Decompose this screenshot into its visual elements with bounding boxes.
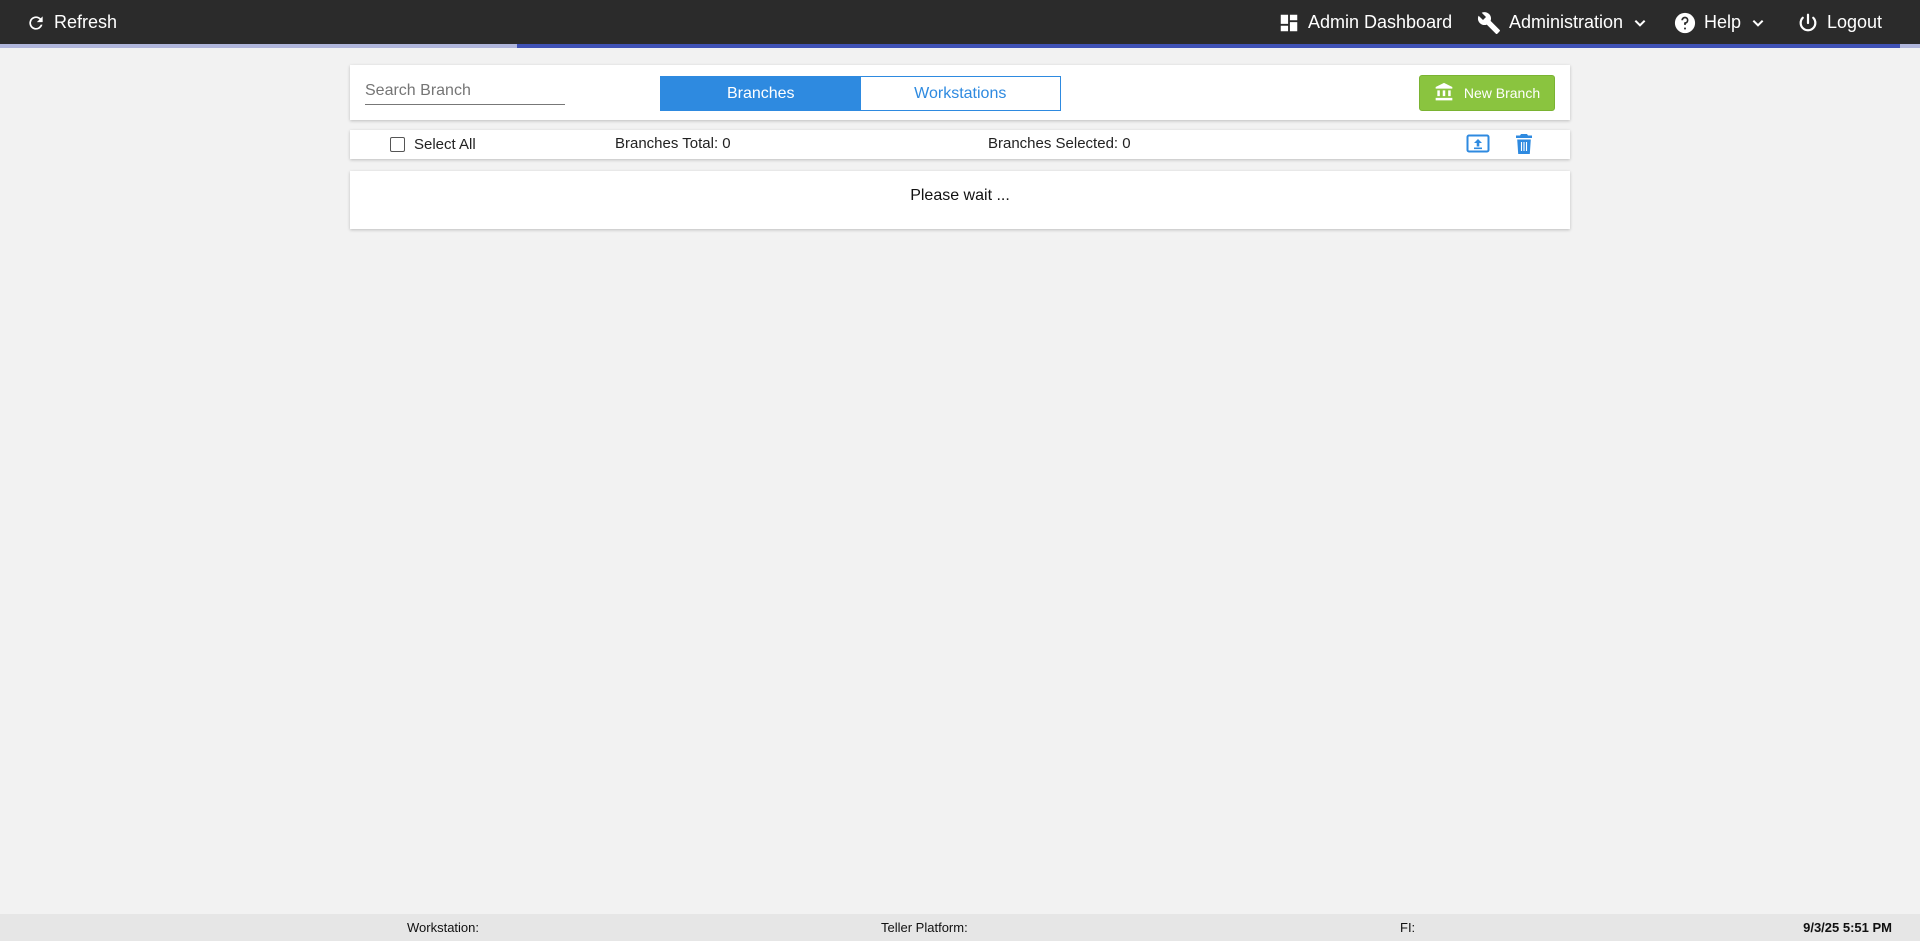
fi-label: FI: <box>1400 920 1416 935</box>
new-branch-button[interactable]: New Branch <box>1419 75 1555 111</box>
top-navigation-bar: Refresh Admin Dashboard Administration H… <box>0 0 1920 48</box>
logout-button[interactable]: Logout <box>1797 0 1882 45</box>
branch-list: Please wait ... <box>350 171 1570 229</box>
loading-progress-bar <box>517 44 1900 48</box>
loading-message: Please wait ... <box>910 187 1010 204</box>
wrench-icon <box>1477 11 1501 35</box>
workstation-label: Workstation: <box>407 920 480 935</box>
chevron-down-icon <box>1633 16 1647 30</box>
help-label: Help <box>1704 12 1742 32</box>
refresh-label: Refresh <box>54 12 118 32</box>
timestamp: 9/3/25 5:51 PM <box>1803 920 1892 935</box>
branches-selected: Branches Selected: 0 <box>988 135 1131 152</box>
logout-label: Logout <box>1827 12 1883 32</box>
dashboard-icon <box>1278 12 1300 34</box>
bank-icon <box>1434 82 1454 105</box>
refresh-button[interactable]: Refresh <box>26 0 117 45</box>
chevron-down-icon <box>1751 16 1765 30</box>
help-menu[interactable]: Help <box>1674 0 1765 45</box>
administration-menu[interactable]: Administration <box>1477 0 1647 45</box>
new-branch-label: New Branch <box>1463 85 1541 101</box>
search-branch-input[interactable] <box>365 79 565 105</box>
power-icon <box>1797 12 1819 34</box>
help-icon <box>1674 12 1696 34</box>
branch-toolbar: Branches Workstations New Branch <box>350 65 1570 120</box>
view-tabs: Branches Workstations <box>660 76 1061 111</box>
administration-label: Administration <box>1509 12 1624 32</box>
select-all-label[interactable]: Select All <box>414 136 476 153</box>
admin-dashboard-link[interactable]: Admin Dashboard <box>1278 0 1452 45</box>
select-all-checkbox[interactable] <box>390 137 405 152</box>
status-footer: Workstation: Teller Platform: FI: 9/3/25… <box>0 914 1920 941</box>
trash-icon[interactable] <box>1516 134 1532 159</box>
admin-dashboard-label: Admin Dashboard <box>1308 12 1453 32</box>
refresh-icon <box>26 13 46 33</box>
tab-workstations[interactable]: Workstations <box>860 77 1060 110</box>
selection-bar: Select All Branches Total: 0 Branches Se… <box>350 130 1570 159</box>
branches-total: Branches Total: 0 <box>615 135 731 152</box>
tab-branches[interactable]: Branches <box>661 77 861 110</box>
teller-platform-label: Teller Platform: <box>881 920 968 935</box>
upload-icon[interactable] <box>1466 134 1490 159</box>
